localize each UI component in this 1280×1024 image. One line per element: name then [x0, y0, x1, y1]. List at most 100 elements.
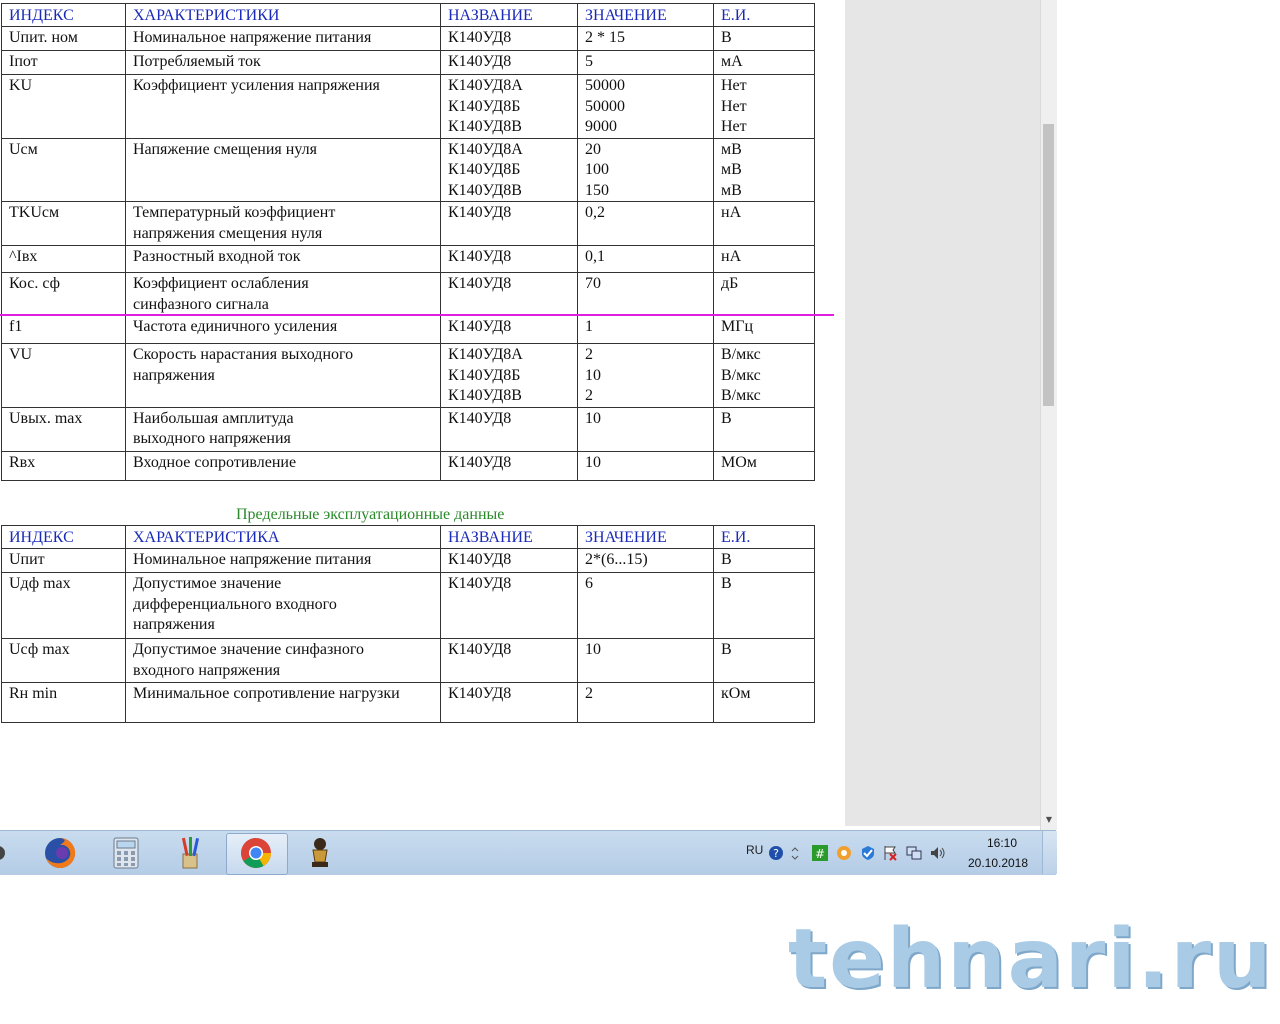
table-cell-name: К140УД8 — [440, 450, 578, 481]
security-icon[interactable] — [860, 845, 876, 861]
table-cell-char: Потребляемый ток — [125, 50, 441, 75]
table-cell-index: Rвх — [1, 450, 126, 481]
table-cell-unit: мВ мВ мВ — [713, 137, 815, 202]
document-view[interactable]: ИНДЕКС ХАРАКТЕРИСТИКИ НАЗВАНИЕ ЗНАЧЕНИЕ Е.И.… — [0, 0, 845, 826]
svg-text:#: # — [815, 847, 825, 861]
table-cell-index: Iпот — [1, 50, 126, 75]
firefox-icon[interactable] — [42, 835, 78, 871]
table-cell-name: К140УД8 — [440, 201, 578, 246]
table-cell-unit: МОм — [713, 450, 815, 481]
table-cell-name: К140УД8 — [440, 682, 578, 723]
table-cell-value: 10 — [577, 450, 714, 481]
column-header: ИНДЕКС — [1, 525, 126, 549]
table-row: Uпит Номинальное напряжение питания К140УД… — [1, 548, 815, 573]
column-header: ЗНАЧЕНИЕ — [577, 3, 714, 27]
annotation-line — [0, 314, 834, 316]
table-cell-char: Номинальное напряжение питания — [125, 26, 441, 51]
table-row: ^Iвх Разностный входной ток К140УД8 0,1 нА — [1, 245, 815, 273]
table-cell-value: 0,1 — [577, 245, 714, 273]
language-indicator[interactable]: RU — [746, 843, 763, 857]
network-icon[interactable] — [906, 845, 922, 861]
table-cell-value: 2 * 15 — [577, 26, 714, 51]
table-cell-unit: дБ — [713, 272, 815, 316]
table-cell-char: Разностный входной ток — [125, 245, 441, 273]
characteristics-table: ИНДЕКС ХАРАКТЕРИСТИКИ НАЗВАНИЕ ЗНАЧЕНИЕ Е.И.… — [1, 3, 815, 481]
table-cell-value: 2*(6...15) — [577, 548, 714, 573]
column-header: Е.И. — [713, 525, 815, 549]
table-row: f1 Частота единичного усиления К140УД8 1 МГц — [1, 315, 815, 344]
clock-date[interactable]: 20.10.2018 — [960, 856, 1036, 870]
table-cell-value: 10 — [577, 406, 714, 452]
table-cell-char: Минимальное сопротивление нагрузки — [125, 682, 441, 723]
table-cell-value: 2 10 2 — [577, 343, 714, 408]
table-cell-char: Допустимое значение синфазного входного н… — [125, 638, 441, 683]
table-row: Кос. сф Коэффициент ослабления синфазного … — [1, 272, 815, 316]
table-cell-value: 50000 50000 9000 — [577, 74, 714, 139]
show-desktop-button[interactable] — [1042, 831, 1057, 874]
table-cell-unit: Нет Нет Нет — [713, 74, 815, 139]
table-cell-index: Кос. сф — [1, 272, 126, 316]
table-cell-value: 70 — [577, 272, 714, 316]
table-cell-name: К140УД8 — [440, 26, 578, 51]
table-row: Uсф max Допустимое значение синфазного вхо… — [1, 638, 815, 683]
table-row: Rвх Входное сопротивление К140УД8 10 МОм — [1, 450, 815, 481]
table-row: Rн min Минимальное сопротивление нагрузки… — [1, 682, 815, 723]
table-cell-name: К140УД8А К140УД8Б К140УД8В — [440, 343, 578, 408]
table-cell-index: Uдф max — [1, 572, 126, 639]
help-icon[interactable]: ? — [768, 845, 784, 861]
table-row: TKUсм Температурный коэффициент напряжения… — [1, 201, 815, 246]
table-row: VU Скорость нарастания выходного напряжени… — [1, 343, 815, 408]
table-row: Uдф max Допустимое значение дифференциальн… — [1, 572, 815, 639]
scrollbar-thumb[interactable] — [1043, 124, 1054, 406]
table-row: KU Коэффициент усиления напряжения К140УД8… — [1, 74, 815, 139]
column-header: ХАРАКТЕРИСТИКА — [125, 525, 441, 549]
chrome-icon[interactable] — [238, 835, 274, 871]
vertical-scrollbar[interactable]: ▼ — [1040, 0, 1057, 830]
table-cell-unit: нА — [713, 201, 815, 246]
svg-text:?: ? — [773, 847, 779, 860]
scroll-down-arrow-icon[interactable]: ▼ — [1043, 814, 1055, 826]
table-cell-name: К140УД8 — [440, 548, 578, 573]
column-header: ХАРАКТЕРИСТИКИ — [125, 3, 441, 27]
tray-expand-icon[interactable] — [790, 845, 806, 861]
volume-icon[interactable] — [930, 845, 946, 861]
table-cell-unit: В — [713, 548, 815, 573]
section-title: Предельные эксплуатационные данные — [236, 506, 505, 523]
table-cell-unit: кОм — [713, 682, 815, 723]
table-header-row: ИНДЕКС ХАРАКТЕРИСТИКА НАЗВАНИЕ ЗНАЧЕНИЕ Е.И. — [1, 525, 815, 549]
table-cell-index: ^Iвх — [1, 245, 126, 273]
table-cell-char: Коэффициент усиления напряжения — [125, 74, 441, 139]
chess-icon[interactable] — [302, 835, 338, 871]
table-row: Uсм Напяжение смещения нуля К140УД8А К140УД… — [1, 137, 815, 202]
paint-icon[interactable] — [172, 835, 208, 871]
table-cell-index: Rн min — [1, 682, 126, 723]
table-cell-name: К140УД8 — [440, 406, 578, 452]
table-cell-value: 1 — [577, 315, 714, 344]
table-cell-index: TKUсм — [1, 201, 126, 246]
table-cell-char: Номинальное напряжение питания — [125, 548, 441, 573]
table-cell-unit: В — [713, 26, 815, 51]
table-cell-name: К140УД8А К140УД8Б К140УД8В — [440, 74, 578, 139]
hashtag-app-icon[interactable]: # — [812, 845, 828, 861]
table-cell-unit: МГц — [713, 315, 815, 344]
table-cell-name: К140УД8 — [440, 638, 578, 683]
column-header: НАЗВАНИЕ — [440, 525, 578, 549]
table-row: Uпит. ном Номинальное напряжение питания К… — [1, 26, 815, 51]
orange-app-icon[interactable] — [836, 845, 852, 861]
table-cell-value: 5 — [577, 50, 714, 75]
calculator-icon[interactable] — [108, 835, 144, 871]
table-cell-index: Uсм — [1, 137, 126, 202]
table-cell-char: Наибольшая амплитуда выходного напряжения — [125, 406, 441, 452]
table-row: Uвых. max Наибольшая амплитуда выходного н… — [1, 406, 815, 452]
table-cell-unit: нА — [713, 245, 815, 273]
table-cell-index: Uпит. ном — [1, 26, 126, 51]
table-cell-char: Входное сопротивление — [125, 450, 441, 481]
table-cell-value: 20 100 150 — [577, 137, 714, 202]
viewer-background — [845, 0, 1040, 826]
start-button-fragment[interactable] — [0, 835, 22, 871]
table-cell-name: К140УД8 — [440, 315, 578, 344]
table-cell-name: К140УД8 — [440, 572, 578, 639]
action-center-icon[interactable] — [882, 845, 898, 861]
clock-time[interactable]: 16:10 — [982, 836, 1022, 850]
table-cell-char: Напяжение смещения нуля — [125, 137, 441, 202]
